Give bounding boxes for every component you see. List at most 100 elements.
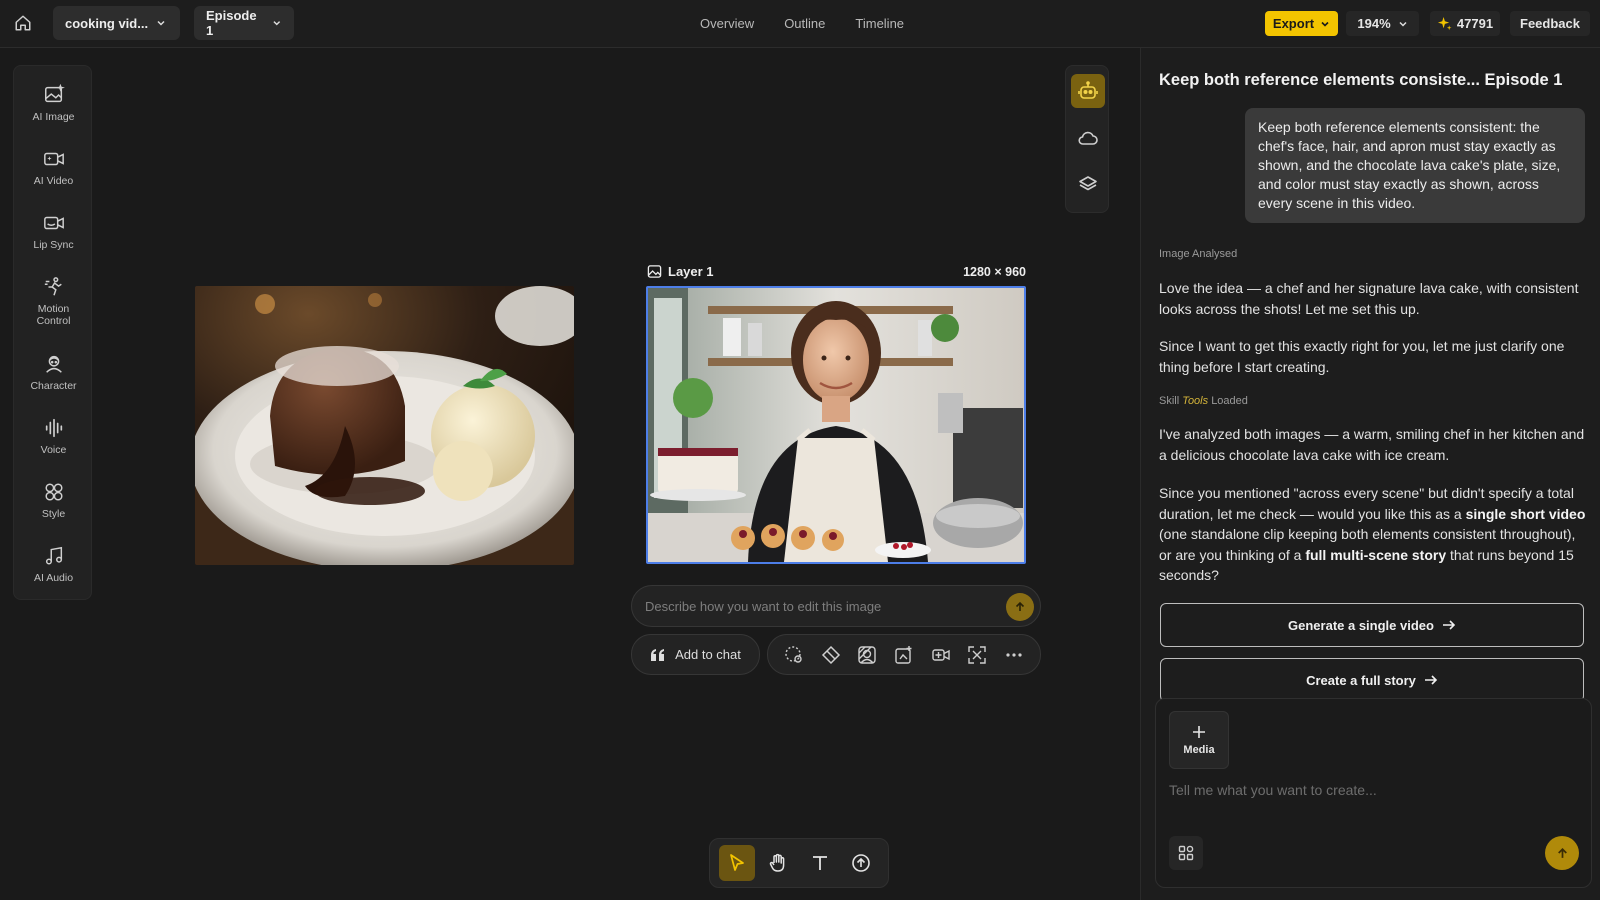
assistant-rail	[1065, 65, 1109, 213]
send-button[interactable]	[1545, 836, 1579, 870]
rail-label: AI Video	[33, 175, 74, 187]
assistant-question: Since you mentioned "across every scene"…	[1159, 483, 1589, 586]
media-label: Media	[1183, 744, 1215, 756]
ai-audio-icon	[45, 546, 62, 565]
remove-background-icon[interactable]	[857, 645, 877, 665]
upscale-icon[interactable]	[967, 645, 987, 665]
chat-panel: Keep both reference elements consiste...…	[1140, 48, 1600, 900]
image-to-video-icon[interactable]	[931, 645, 951, 665]
tab-outline[interactable]: Outline	[784, 16, 825, 31]
tab-timeline[interactable]: Timeline	[855, 16, 904, 31]
skill-word: Skill	[1159, 395, 1180, 407]
generate-single-video-button[interactable]: Generate a single video	[1160, 603, 1584, 647]
chevron-down-icon	[273, 21, 281, 26]
assistant-message: Since I want to get this exactly right f…	[1159, 338, 1565, 375]
plus-icon	[1193, 726, 1205, 738]
feedback-button[interactable]: Feedback	[1510, 11, 1590, 36]
episode-name: Episode 1	[206, 8, 257, 38]
chevron-down-icon	[157, 20, 165, 26]
rail-label: Lip Sync	[33, 239, 74, 251]
assistant-message: Love the idea — a chef and her signature…	[1159, 280, 1579, 317]
episode-selector[interactable]: Episode 1	[194, 6, 294, 40]
sparkle-icon	[1437, 16, 1452, 31]
export-label: Export	[1272, 16, 1315, 31]
skill-tools-status: Skill Tools Loaded	[1159, 395, 1248, 407]
rail-item-style[interactable]: Style	[14, 481, 93, 520]
tools-rail: AI Image AI Video Lip Sync Motion Contro…	[13, 65, 92, 600]
edit-send-button[interactable]	[1006, 593, 1034, 621]
hand-tool-icon[interactable]	[760, 845, 796, 881]
add-to-chat-button[interactable]: Add to chat	[631, 634, 760, 675]
upload-tool-icon[interactable]	[843, 845, 879, 881]
rail-item-ai-image[interactable]: AI Image	[14, 84, 93, 123]
lip-sync-icon	[43, 216, 64, 230]
more-options-icon[interactable]	[1004, 645, 1024, 665]
cloud-icon[interactable]	[1071, 121, 1105, 155]
arrow-right-icon	[1424, 675, 1438, 685]
select-region-icon[interactable]	[784, 645, 804, 665]
motion-control-icon	[44, 277, 62, 296]
canvas-toolbar	[709, 838, 889, 888]
rail-item-ai-audio[interactable]: AI Audio	[14, 545, 93, 584]
character-icon	[45, 355, 62, 373]
rail-item-lip-sync[interactable]: Lip Sync	[14, 212, 93, 251]
apps-icon[interactable]	[1169, 836, 1203, 870]
create-full-story-button[interactable]: Create a full story	[1160, 658, 1584, 702]
quote-icon	[651, 648, 665, 661]
option-full-story-text: full multi-scene story	[1305, 546, 1447, 563]
add-media-button[interactable]: Media	[1169, 711, 1229, 769]
rail-item-voice[interactable]: Voice	[14, 417, 93, 456]
voice-icon	[45, 418, 62, 438]
chat-input[interactable]	[1169, 782, 1569, 798]
chef-image[interactable]	[646, 286, 1026, 564]
ai-video-icon	[43, 152, 64, 166]
option-single-video-text: single short video	[1465, 505, 1586, 522]
project-selector[interactable]: cooking vid...	[53, 6, 180, 40]
choice-label: Generate a single video	[1288, 617, 1434, 633]
rail-label: Character	[30, 380, 77, 392]
add-to-chat-label: Add to chat	[675, 647, 741, 662]
chat-composer: Media	[1155, 698, 1592, 888]
rail-item-motion-control[interactable]: Motion Control	[14, 276, 93, 327]
rail-label: AI Image	[32, 111, 75, 123]
image-edit-toolbar	[767, 634, 1041, 675]
rail-label: AI Audio	[33, 572, 74, 584]
top-bar: cooking vid... Episode 1 Overview Outlin…	[0, 0, 1600, 48]
lava-cake-image[interactable]	[195, 286, 574, 565]
arrow-right-icon	[1442, 620, 1456, 630]
ai-image-icon	[44, 84, 65, 103]
select-tool-icon[interactable]	[718, 845, 755, 881]
image-dimensions: 1280 × 960	[963, 265, 1026, 279]
robot-icon[interactable]	[1071, 74, 1105, 108]
rail-item-ai-video[interactable]: AI Video	[14, 148, 93, 187]
rail-label: Voice	[40, 444, 67, 456]
loaded-word: Loaded	[1211, 395, 1248, 407]
style-icon	[44, 483, 63, 501]
chevron-down-icon	[1321, 21, 1329, 27]
chevron-down-icon	[1399, 21, 1407, 27]
zoom-selector[interactable]: 194%	[1346, 11, 1419, 36]
layers-icon[interactable]	[1071, 167, 1105, 201]
layer-label: Layer 1	[647, 264, 714, 279]
image-analysed-status: Image Analysed	[1159, 248, 1238, 260]
arrow-up-icon	[1015, 601, 1025, 611]
home-icon[interactable]	[10, 10, 36, 36]
edit-prompt-field[interactable]	[631, 585, 1041, 627]
expand-image-icon[interactable]	[894, 645, 914, 665]
project-name: cooking vid...	[65, 15, 149, 31]
text-tool-icon[interactable]	[802, 845, 838, 881]
zoom-level: 194%	[1357, 16, 1391, 31]
feedback-label: Feedback	[1520, 16, 1580, 31]
tab-overview[interactable]: Overview	[700, 16, 754, 31]
layer-name: Layer 1	[668, 264, 714, 279]
nav-tabs: Overview Outline Timeline	[700, 0, 904, 46]
assistant-message: I've analyzed both images — a warm, smil…	[1159, 426, 1585, 463]
rail-item-character[interactable]: Character	[14, 353, 93, 392]
arrow-up-icon	[1557, 847, 1567, 858]
eraser-icon[interactable]	[821, 645, 841, 665]
export-button[interactable]: Export	[1265, 11, 1338, 36]
image-icon	[647, 265, 662, 278]
chat-title: Keep both reference elements consiste...…	[1159, 71, 1563, 89]
edit-prompt-input[interactable]	[645, 598, 995, 614]
credits-badge[interactable]: 47791	[1430, 11, 1500, 36]
